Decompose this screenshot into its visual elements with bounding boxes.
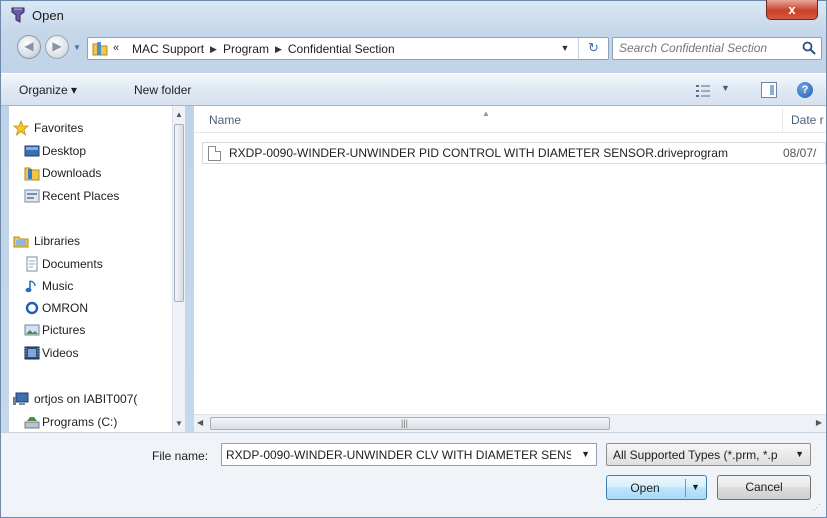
- search-box[interactable]: [612, 37, 822, 60]
- arrow-right-icon: ▶: [52, 39, 62, 53]
- filename-input[interactable]: [226, 448, 571, 462]
- downloads-folder-icon: [24, 165, 40, 181]
- filename-label: File name:: [152, 449, 209, 463]
- address-bar[interactable]: « MAC Support ▶ Program ▶ Confidential Secti…: [87, 37, 609, 60]
- nav-label: Music: [42, 279, 74, 293]
- nav-label: Programs (C:): [42, 415, 118, 429]
- horizontal-scrollbar[interactable]: ◀ ||| ▶: [194, 414, 826, 432]
- scrollbar-thumb[interactable]: |||: [210, 417, 610, 430]
- close-button[interactable]: x: [766, 0, 818, 20]
- help-button[interactable]: ?: [797, 82, 813, 98]
- breadcrumb-confidential-section[interactable]: Confidential Section: [288, 42, 395, 56]
- forward-button[interactable]: ▶: [45, 35, 69, 59]
- documents-icon: [24, 256, 40, 272]
- recent-locations-dropdown[interactable]: ▼: [71, 42, 83, 54]
- organize-button[interactable]: Organize ▾: [19, 83, 77, 97]
- change-view-button[interactable]: ▼: [696, 83, 736, 99]
- pictures-icon: [24, 322, 40, 338]
- nav-label: Downloads: [42, 166, 102, 180]
- nav-pane-scrollbar[interactable]: ▲ ▼: [172, 106, 185, 432]
- arrow-left-icon: ◀: [24, 39, 34, 53]
- desktop-icon: [24, 143, 40, 159]
- nav-label: OMRON: [42, 301, 88, 315]
- search-icon[interactable]: [802, 41, 816, 55]
- resize-grip-icon[interactable]: ⋰: [813, 503, 821, 512]
- filename-combobox[interactable]: ▼: [221, 443, 597, 466]
- drive-icon: [24, 414, 40, 430]
- preview-pane-button[interactable]: [761, 82, 777, 98]
- breadcrumb: MAC Support ▶ Program ▶ Confidential Section: [132, 42, 395, 56]
- nav-label: Favorites: [34, 121, 84, 135]
- file-icon: [208, 146, 221, 161]
- chevron-down-icon[interactable]: ▼: [691, 482, 700, 492]
- nav-label: Videos: [42, 346, 79, 360]
- scroll-up-icon[interactable]: ▲: [175, 110, 183, 119]
- column-header-name[interactable]: Name: [209, 113, 241, 127]
- file-type-select[interactable]: All Supported Types (*.prm, *.p ▼: [606, 443, 811, 466]
- computer-icon: [13, 391, 29, 407]
- open-button-label: Open: [630, 481, 660, 495]
- file-name: RXDP-0090-WINDER-UNWINDER PID CONTROL WI…: [229, 146, 728, 160]
- file-date: 08/07/: [783, 146, 817, 160]
- column-header-date[interactable]: Date r: [791, 113, 824, 127]
- file-list: ▲ Name Date r RXDP-0090-WINDER-UNWINDER …: [194, 106, 826, 414]
- omron-icon: [24, 300, 40, 316]
- new-folder-button[interactable]: New folder: [134, 83, 191, 97]
- music-icon: [24, 278, 40, 294]
- file-row[interactable]: RXDP-0090-WINDER-UNWINDER PID CONTROL WI…: [202, 142, 826, 164]
- app-icon: [10, 6, 26, 24]
- folder-icon: [92, 41, 108, 56]
- grip-icon: |||: [401, 418, 409, 428]
- refresh-icon[interactable]: ↻: [578, 38, 608, 59]
- chevron-down-icon: ▼: [795, 449, 804, 459]
- breadcrumb-separator-icon[interactable]: ▶: [210, 44, 217, 54]
- navigation-pane: Favorites Desktop Downloads Recent Place…: [9, 106, 184, 432]
- breadcrumb-separator-icon[interactable]: ▶: [275, 44, 282, 54]
- recent-places-icon: [24, 188, 40, 204]
- chevron-down-icon: ▼: [721, 83, 730, 93]
- nav-label: Pictures: [42, 323, 86, 337]
- nav-label: Recent Places: [42, 189, 120, 203]
- back-button[interactable]: ◀: [17, 35, 41, 59]
- column-headers: ▲ Name Date r: [194, 106, 826, 133]
- nav-label: Libraries: [34, 234, 81, 248]
- scroll-right-icon[interactable]: ▶: [816, 418, 822, 427]
- window-title: Open: [32, 8, 64, 23]
- libraries-icon: [13, 233, 29, 249]
- search-input[interactable]: [619, 41, 799, 55]
- videos-icon: [24, 345, 40, 361]
- nav-label: Documents: [42, 257, 103, 271]
- breadcrumb-mac-support[interactable]: MAC Support: [132, 42, 204, 56]
- scroll-down-icon[interactable]: ▼: [175, 419, 183, 428]
- sort-ascending-icon: ▲: [482, 109, 490, 118]
- open-button[interactable]: Open ▼: [606, 475, 707, 500]
- split-divider: [685, 479, 686, 497]
- nav-label: Desktop: [42, 144, 87, 158]
- chevron-down-icon[interactable]: ▼: [581, 449, 590, 459]
- file-type-value: All Supported Types (*.prm, *.p: [613, 448, 778, 462]
- cancel-button[interactable]: Cancel: [717, 475, 811, 500]
- command-bar: Organize ▾ New folder ▼ ?: [1, 73, 826, 106]
- scroll-left-icon[interactable]: ◀: [197, 418, 203, 427]
- address-dropdown-icon[interactable]: ▼: [558, 41, 572, 56]
- nav-label: ortjos on IABIT007(: [34, 392, 138, 406]
- breadcrumb-program[interactable]: Program: [223, 42, 269, 56]
- column-divider[interactable]: [782, 108, 783, 132]
- star-icon: [12, 119, 30, 137]
- breadcrumb-overflow[interactable]: «: [113, 42, 119, 54]
- scrollbar-thumb[interactable]: [174, 124, 184, 302]
